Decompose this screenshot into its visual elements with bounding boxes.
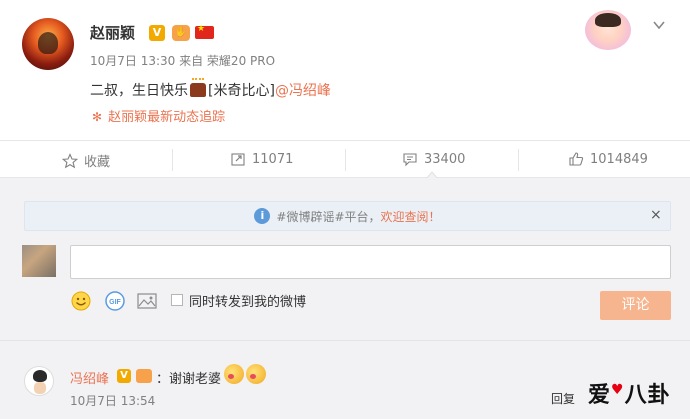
reply-button[interactable]: 回复 xyxy=(551,390,575,407)
close-icon[interactable]: × xyxy=(650,207,662,223)
repost-count: 11071 xyxy=(252,151,294,167)
favorite-label: 收藏 xyxy=(84,155,111,170)
post-content: 二叔，生日快乐 [米奇比心]@冯绍峰 xyxy=(90,78,331,100)
notice-text: #微博辟谣#平台， xyxy=(276,209,381,224)
watermark-logo: 爱♥八卦 xyxy=(588,382,671,408)
comment-button[interactable]: 33400 xyxy=(402,151,465,167)
author-avatar[interactable] xyxy=(22,18,74,70)
cake-icon xyxy=(190,78,206,97)
image-icon[interactable] xyxy=(136,290,158,312)
verified-icon: V xyxy=(117,369,131,383)
comment-caret-icon xyxy=(426,171,438,179)
post-meta: 10月7日 13:30 来自 荣耀20 PRO xyxy=(90,54,276,68)
reply-text: ：谢谢老婆 xyxy=(156,372,222,387)
tracker-link[interactable]: ✻ 赵丽颖最新动态追踪 xyxy=(92,106,225,125)
rumor-notice[interactable]: i #微博辟谣#平台， 欢迎查阅！ xyxy=(24,201,671,231)
current-user-avatar[interactable] xyxy=(585,10,631,50)
thumbs-up-icon xyxy=(569,152,584,166)
favorite-button[interactable]: 收藏 xyxy=(62,151,110,170)
repost-checkbox-label[interactable]: 同时转发到我的微博 xyxy=(189,291,306,310)
reply-timestamp: 10月7日 13:54 xyxy=(70,394,156,408)
chevron-down-icon[interactable] xyxy=(652,18,666,32)
tracker-label: 赵丽颖最新动态追踪 xyxy=(108,110,226,125)
action-bar: 收藏 11071 33400 1014849 xyxy=(0,140,690,178)
author-name[interactable]: 赵丽颖 xyxy=(90,22,135,43)
divider xyxy=(172,149,173,171)
submit-comment-button[interactable]: 评论 xyxy=(600,291,671,320)
svg-text:GIF: GIF xyxy=(109,299,121,306)
emoji-icon[interactable] xyxy=(70,290,92,312)
like-button[interactable]: 1014849 xyxy=(568,151,648,167)
repost-checkbox[interactable] xyxy=(171,294,183,306)
comment-count: 33400 xyxy=(424,151,466,167)
reply-author-name[interactable]: 冯绍峰 xyxy=(70,368,109,387)
my-avatar xyxy=(22,245,56,277)
reply-avatar[interactable] xyxy=(24,366,54,396)
comment-icon xyxy=(403,153,417,167)
mention-link[interactable]: @冯绍峰 xyxy=(275,83,331,99)
repost-button[interactable]: 11071 xyxy=(230,151,293,167)
like-count: 1014849 xyxy=(590,151,648,167)
kiss-emoji-icon xyxy=(224,364,244,384)
kiss-emoji-icon xyxy=(246,364,266,384)
repost-icon xyxy=(231,153,245,166)
divider xyxy=(345,149,346,171)
info-icon: i xyxy=(254,208,271,224)
notice-link[interactable]: 欢迎查阅！ xyxy=(381,208,441,225)
divider xyxy=(518,149,519,171)
verified-icon: V xyxy=(149,25,165,41)
comment-panel: i #微博辟谣#平台， 欢迎查阅！ × GIF 同时转发到我的微博 评论 冯绍峰 … xyxy=(0,178,690,419)
gif-icon[interactable]: GIF xyxy=(104,290,126,312)
comment-input[interactable] xyxy=(70,245,671,279)
post-emoji-text: [米奇比心] xyxy=(208,83,275,99)
fan-badge-icon[interactable] xyxy=(136,369,152,383)
fan-badge-icon[interactable]: ✋ xyxy=(172,25,190,41)
star-icon xyxy=(62,152,78,168)
china-flag-icon xyxy=(195,24,214,39)
divider xyxy=(0,340,690,341)
pinwheel-icon: ✻ xyxy=(92,110,103,124)
post-text: 二叔，生日快乐 xyxy=(90,83,188,99)
